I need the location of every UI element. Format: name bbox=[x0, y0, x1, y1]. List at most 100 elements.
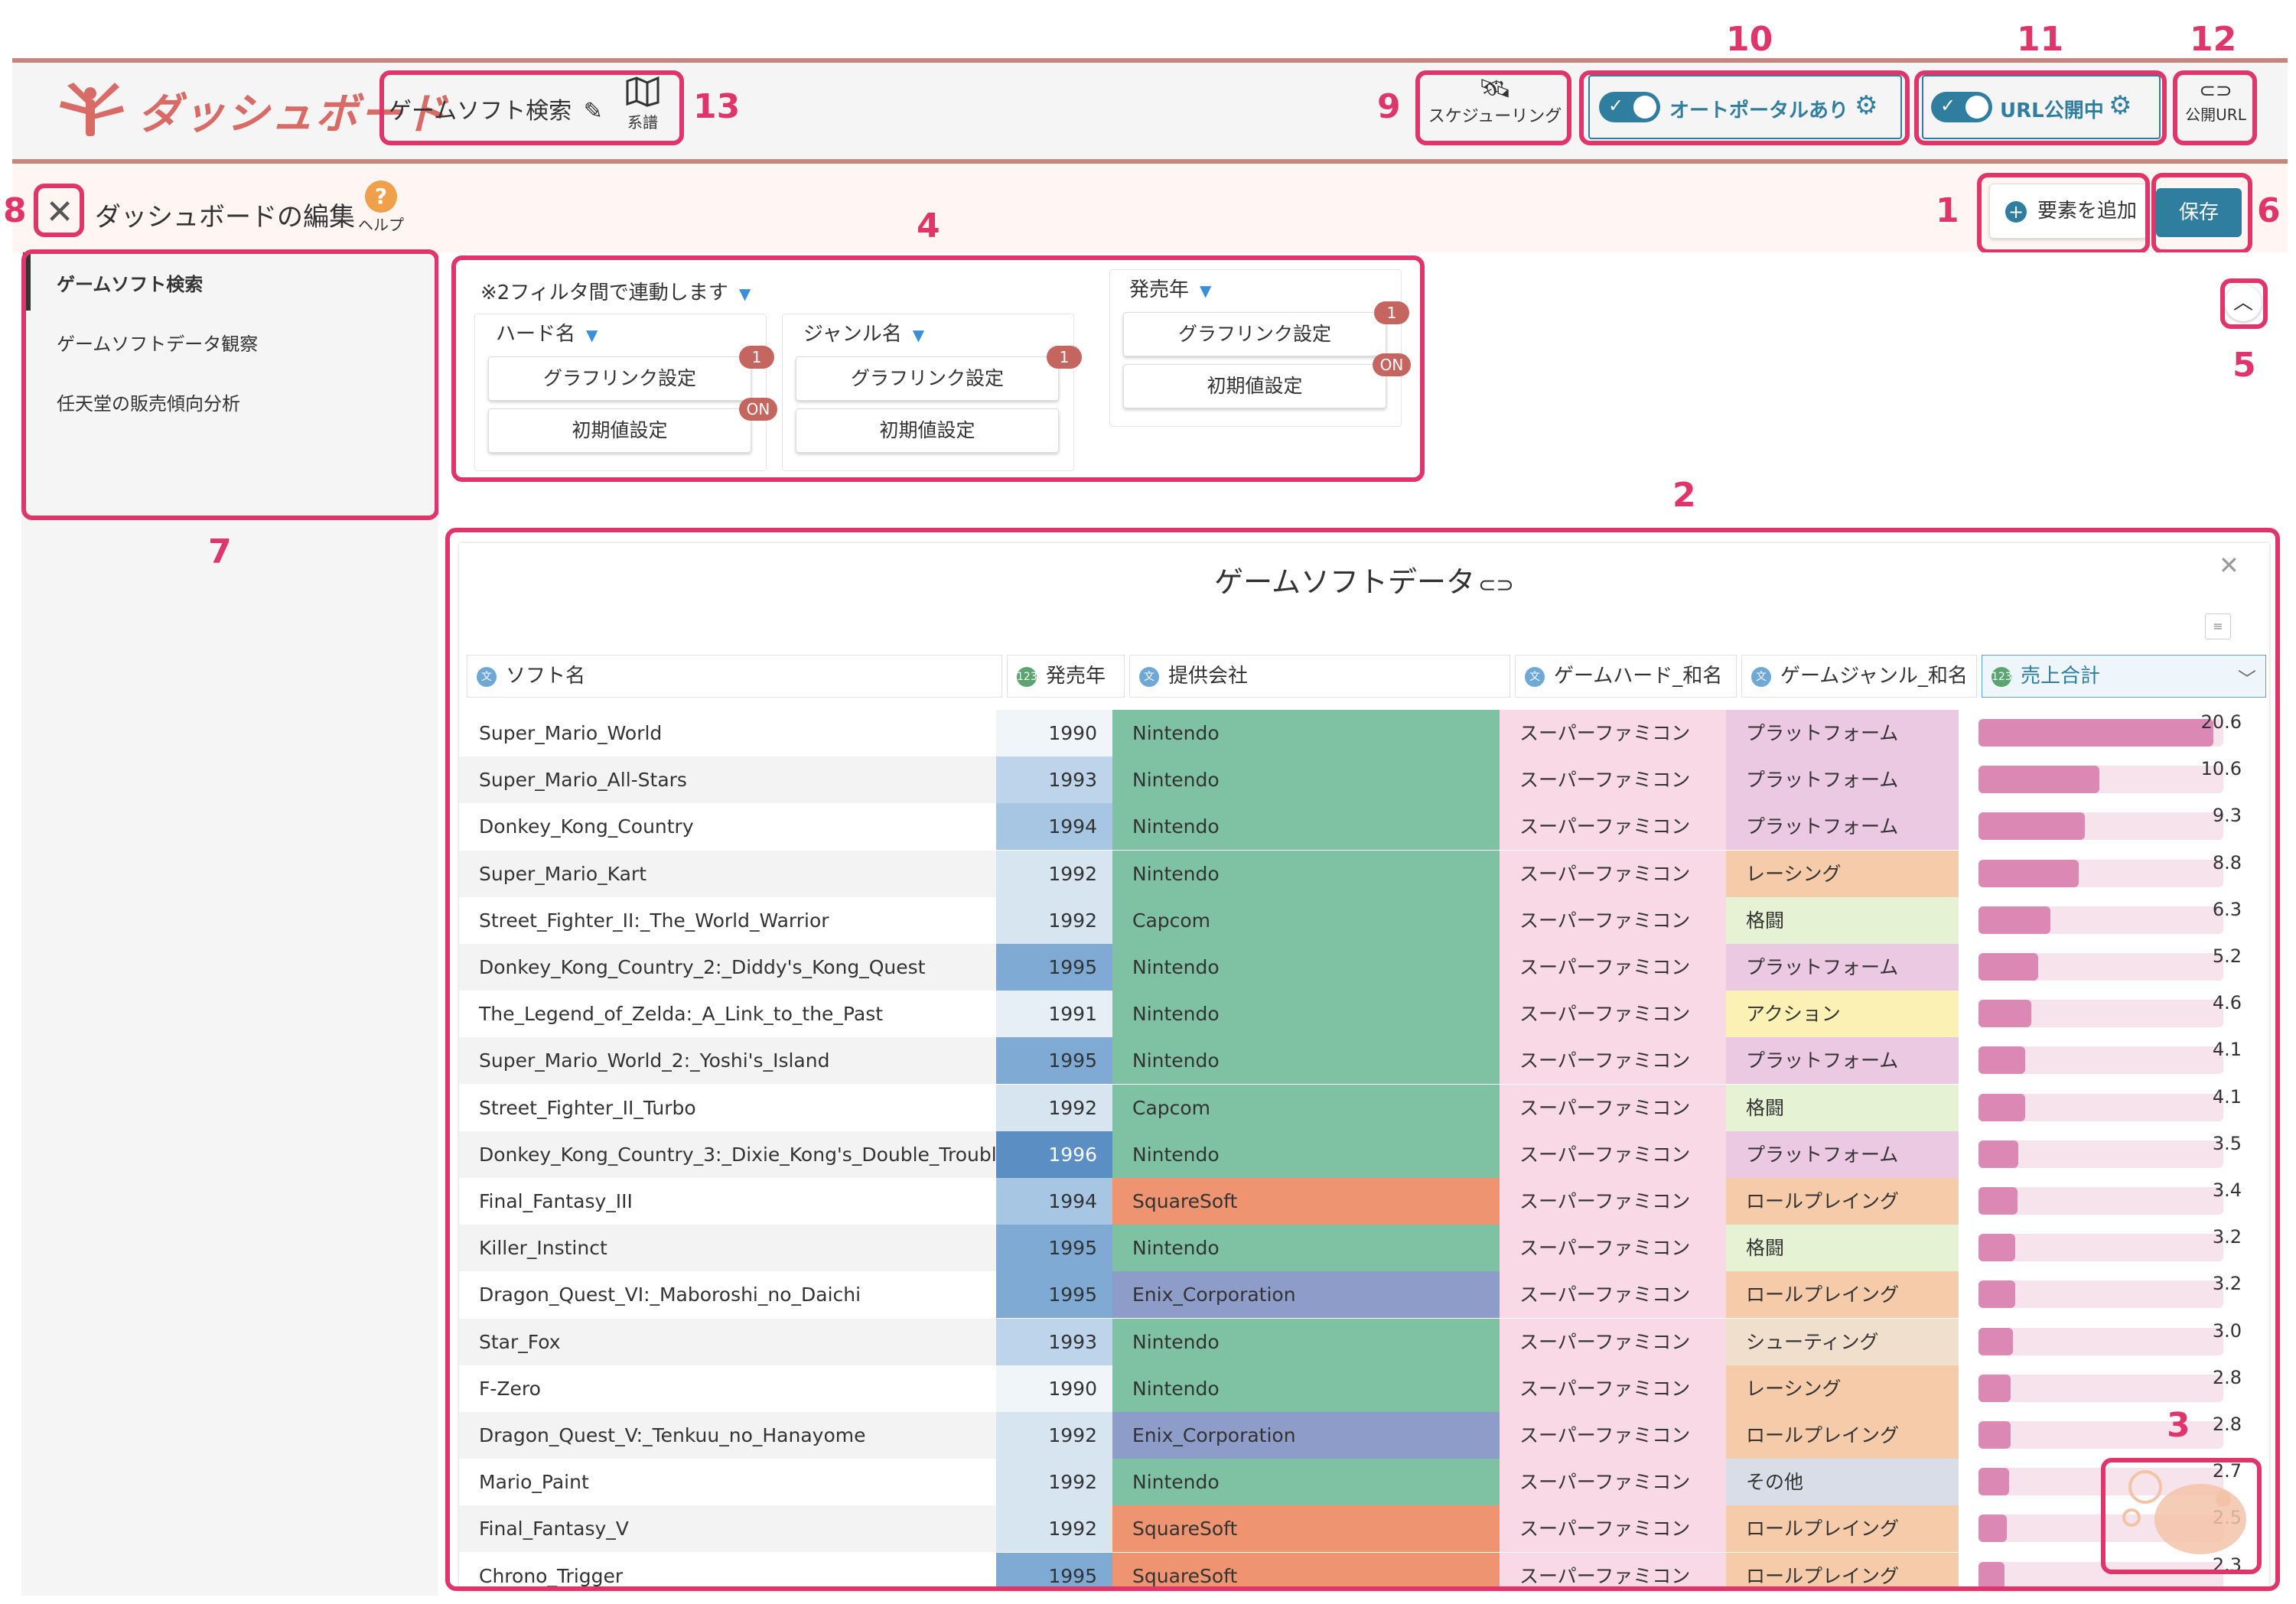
add-element-button[interactable]: + 要素を追加 bbox=[1989, 184, 2148, 239]
sales-value: 4.6 bbox=[2212, 992, 2242, 1014]
cell-company: Nintendo bbox=[1112, 850, 1500, 897]
cell-name: Final_Fantasy_III bbox=[459, 1178, 996, 1225]
close-edit-button[interactable]: ✕ bbox=[38, 191, 81, 234]
year-link-badge: 1 bbox=[1374, 301, 1409, 324]
sidebar-item-game-observe[interactable]: ゲームソフトデータ観察 bbox=[57, 329, 258, 356]
sales-bar bbox=[1978, 1234, 2015, 1262]
sales-bar bbox=[1978, 1374, 2011, 1402]
column-header[interactable]: 文ゲームハード_和名 bbox=[1515, 655, 1737, 698]
sales-bar bbox=[1978, 1140, 2018, 1168]
cell-name: Dragon_Quest_V:_Tenkuu_no_Hanayome bbox=[459, 1412, 996, 1459]
autoportal-toggle[interactable]: ✓ bbox=[1599, 92, 1660, 122]
lineage-button[interactable]: 系譜 bbox=[620, 75, 666, 136]
sales-value: 3.2 bbox=[2212, 1226, 2242, 1248]
cell-hard: スーパーファミコン bbox=[1500, 896, 1726, 944]
logo-icon bbox=[55, 76, 125, 138]
cell-company: Nintendo bbox=[1112, 1225, 1500, 1272]
type-icon: 123 bbox=[1017, 667, 1037, 687]
year-on-badge: ON bbox=[1373, 353, 1411, 376]
cell-year: 1990 bbox=[996, 1365, 1112, 1412]
cell-year: 1991 bbox=[996, 991, 1112, 1038]
cell-genre: プラットフォーム bbox=[1726, 944, 1959, 991]
cell-hard: スーパーファミコン bbox=[1500, 803, 1726, 851]
sidebar-item-nintendo-trend[interactable]: 任天堂の販売傾向分析 bbox=[57, 389, 240, 415]
autoportal-gear-icon[interactable]: ⚙ bbox=[1855, 90, 1878, 121]
sidebar bbox=[21, 252, 438, 1596]
sales-bar bbox=[1978, 1046, 2025, 1075]
cell-genre: アクション bbox=[1726, 991, 1959, 1038]
type-icon: 123 bbox=[1991, 667, 2012, 687]
sales-value: 3.5 bbox=[2212, 1132, 2242, 1154]
url-public-label: URL公開中 bbox=[2000, 99, 2104, 122]
menu-icon[interactable]: ≡ bbox=[2205, 613, 2231, 639]
cell-hard: スーパーファミコン bbox=[1500, 1131, 1726, 1178]
filter-hard-label[interactable]: ハード名 ▼ bbox=[496, 318, 598, 347]
dashboard-name[interactable]: ゲームソフト検索 ✎ bbox=[389, 92, 603, 125]
cell-company: Nintendo bbox=[1112, 1459, 1500, 1506]
cell-company: Enix_Corporation bbox=[1112, 1271, 1500, 1319]
hard-initial-value-button[interactable]: 初期値設定 bbox=[488, 408, 751, 453]
year-initial-value-button[interactable]: 初期値設定 bbox=[1123, 364, 1386, 408]
cell-company: Nintendo bbox=[1112, 756, 1500, 804]
annotation-6: 6 bbox=[2257, 191, 2281, 230]
dropdown-icon: ▼ bbox=[738, 285, 751, 303]
cell-genre: レーシング bbox=[1726, 850, 1959, 897]
cell-hard: スーパーファミコン bbox=[1500, 1365, 1726, 1412]
sales-bar bbox=[1978, 953, 2038, 981]
cell-company: Nintendo bbox=[1112, 991, 1500, 1038]
genre-initial-value-button[interactable]: 初期値設定 bbox=[796, 408, 1059, 453]
sales-value: 2.8 bbox=[2212, 1366, 2242, 1388]
sales-bar bbox=[1978, 1327, 2013, 1355]
annotation-9: 9 bbox=[1377, 87, 1401, 126]
cell-name: Star_Fox bbox=[459, 1318, 996, 1365]
sales-bar bbox=[1978, 859, 2079, 887]
save-button[interactable]: 保存 bbox=[2156, 188, 2242, 237]
cell-genre: プラットフォーム bbox=[1726, 1131, 1959, 1178]
annotation-1: 1 bbox=[1936, 191, 1959, 230]
cell-name: Donkey_Kong_Country_3:_Dixie_Kong's_Doub… bbox=[459, 1131, 996, 1178]
scheduling-button[interactable]: 🛰 スケジューリング bbox=[1426, 75, 1564, 139]
url-public-toggle[interactable]: ✓ bbox=[1931, 92, 1992, 122]
hard-on-badge: ON bbox=[739, 398, 777, 421]
cell-genre: 格闘 bbox=[1726, 1084, 1959, 1131]
help-button[interactable]: ? ヘルプ bbox=[357, 181, 405, 235]
public-url-button[interactable]: ⊂⊃ 公開URL bbox=[2179, 80, 2252, 141]
cell-company: SquareSoft bbox=[1112, 1552, 1500, 1591]
cell-name: Dragon_Quest_VI:_Maboroshi_no_Daichi bbox=[459, 1271, 996, 1319]
column-header[interactable]: 文提供会社 bbox=[1129, 655, 1510, 698]
cell-company: Nintendo bbox=[1112, 1037, 1500, 1085]
genre-graph-link-button[interactable]: グラフリンク設定 bbox=[796, 356, 1059, 401]
filter-genre-label[interactable]: ジャンル名 ▼ bbox=[803, 318, 924, 347]
column-header[interactable]: 123 売上合計 ﹀ bbox=[1982, 655, 2266, 698]
genre-link-badge: 1 bbox=[1047, 346, 1082, 369]
type-icon: 文 bbox=[1751, 667, 1771, 687]
hard-graph-link-button[interactable]: グラフリンク設定 bbox=[488, 356, 751, 401]
scheduling-label: スケジューリング bbox=[1428, 107, 1562, 126]
cell-genre: ロールプレイング bbox=[1726, 1505, 1959, 1553]
cell-hard: スーパーファミコン bbox=[1500, 991, 1726, 1038]
sales-bar bbox=[1978, 1515, 2007, 1543]
filter-group-label[interactable]: ※2フィルタ間で連動します ▼ bbox=[480, 277, 751, 305]
column-header[interactable]: 123 発売年 bbox=[1007, 655, 1125, 698]
year-graph-link-button[interactable]: グラフリンク設定 bbox=[1123, 312, 1386, 356]
cell-year: 1995 bbox=[996, 1271, 1112, 1319]
pencil-icon[interactable]: ✎ bbox=[584, 98, 603, 125]
edit-title: ダッシュボードの編集 bbox=[95, 202, 355, 233]
collapse-filters-button[interactable]: ︿ bbox=[2225, 285, 2262, 321]
filter-year-label[interactable]: 発売年 ▼ bbox=[1129, 274, 1211, 302]
column-header[interactable]: 文ソフト名 bbox=[467, 655, 1002, 698]
close-icon[interactable]: ✕ bbox=[2219, 551, 2239, 580]
cell-company: Capcom bbox=[1112, 1084, 1500, 1131]
cell-hard: スーパーファミコン bbox=[1500, 1505, 1726, 1553]
cell-year: 1992 bbox=[996, 1505, 1112, 1553]
cell-year: 1994 bbox=[996, 803, 1112, 851]
table-title: ゲームソフトデータ ⊂⊃ bbox=[1214, 565, 1514, 599]
column-header[interactable]: 文ゲームジャンル_和名 bbox=[1741, 655, 1977, 698]
sidebar-item-game-search[interactable]: ゲームソフト検索 bbox=[57, 269, 203, 296]
add-element-label: 要素を追加 bbox=[2037, 200, 2138, 223]
close-icon: ✕ bbox=[45, 193, 74, 232]
cell-name: Chrono_Trigger bbox=[459, 1552, 996, 1591]
mascot-assistant[interactable] bbox=[2109, 1467, 2251, 1567]
url-public-gear-icon[interactable]: ⚙ bbox=[2109, 90, 2132, 121]
sort-chevron-icon: ﹀ bbox=[2238, 669, 2256, 690]
